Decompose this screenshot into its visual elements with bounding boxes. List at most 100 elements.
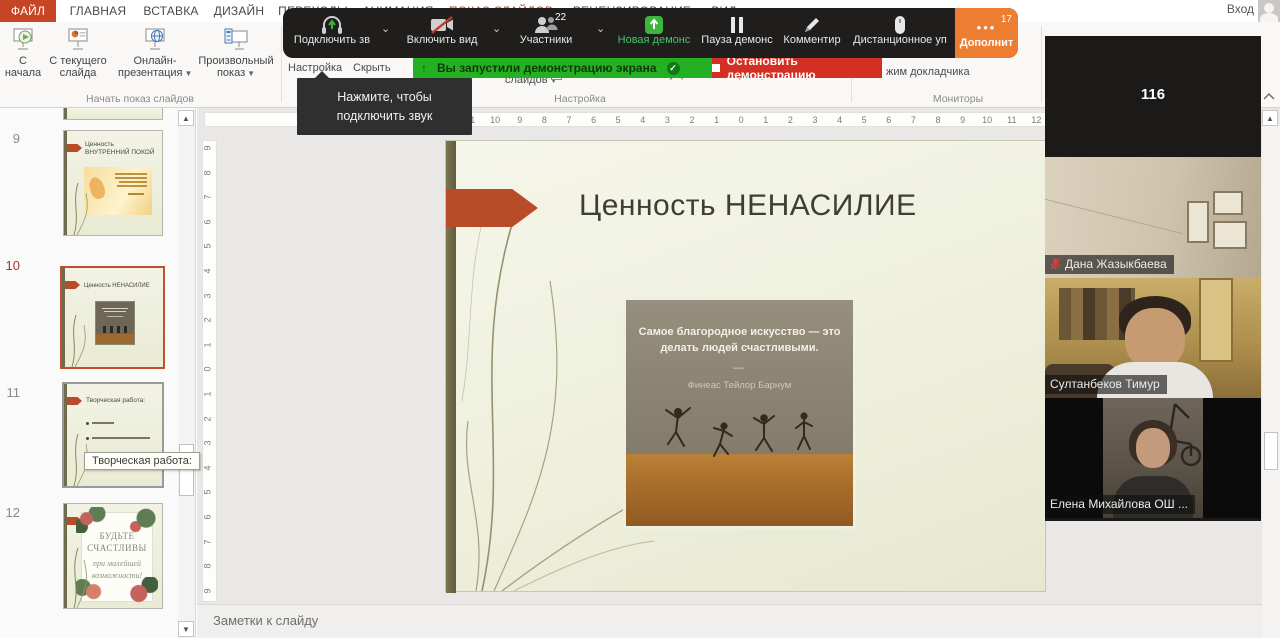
participants-button[interactable]: Участники 22 bbox=[511, 8, 581, 58]
ruler-number: 2 bbox=[203, 416, 213, 421]
ruler-number: 8 bbox=[935, 115, 940, 125]
tab-insert[interactable]: ВСТАВКА bbox=[138, 0, 204, 22]
ruler-number: 7 bbox=[203, 539, 213, 544]
annotate-label: Комментир bbox=[779, 34, 845, 46]
slide-number: 9 bbox=[0, 131, 20, 146]
thumb-floral-corner bbox=[76, 507, 106, 533]
online-presentation-button[interactable]: Онлайн-презентация▼ bbox=[118, 26, 192, 80]
remote-control-icon bbox=[847, 8, 953, 36]
participant-name: Дана Жазыкбаева bbox=[1065, 257, 1167, 271]
jumping-people-silhouettes bbox=[662, 404, 822, 460]
start-video-button[interactable]: Включить вид bbox=[399, 8, 485, 58]
audio-options-chevron[interactable]: ⌄ bbox=[381, 22, 390, 35]
participant-name: Елена Михайлова ОШ ... bbox=[1050, 497, 1188, 511]
group-label-start-slideshow: Начать показ слайдов bbox=[0, 93, 280, 105]
zoom-meeting-toolbar: Подключить зв ⌄ Включить вид ⌄ bbox=[283, 8, 1018, 58]
from-current-label: С текущего слайда bbox=[49, 55, 106, 79]
thumb-accent-arrow bbox=[65, 281, 80, 289]
dropdown-arrow-icon: ▼ bbox=[185, 69, 193, 78]
shield-check-icon: ✓ bbox=[667, 62, 680, 75]
thumb-title: Творческая работа: bbox=[86, 397, 164, 405]
collapse-ribbon-chevron[interactable] bbox=[1263, 92, 1275, 100]
thumb-floral-corner bbox=[126, 577, 158, 607]
online-presentation-label: Онлайн-презентация bbox=[118, 55, 183, 79]
from-beginning-label: С начала bbox=[5, 55, 41, 79]
photo-quote-line2: делать людей счастливыми. bbox=[626, 342, 853, 354]
slide-thumbnail-8-partial[interactable] bbox=[63, 108, 163, 120]
thumb-text-line bbox=[128, 193, 144, 195]
slide-photo[interactable]: Самое благородное искусство — это делать… bbox=[623, 297, 856, 529]
video-tile-3[interactable]: Елена Михайлова ОШ ... bbox=[1045, 398, 1261, 518]
thumb-stripe bbox=[64, 108, 67, 119]
main-scrollbar-track[interactable] bbox=[1262, 126, 1280, 638]
tab-home[interactable]: ГЛАВНАЯ bbox=[60, 0, 136, 22]
video-tile-1[interactable]: Дана Жазыкбаева bbox=[1045, 157, 1261, 278]
participant-name: Султанбеков Тимур bbox=[1050, 377, 1160, 391]
tab-file[interactable]: ФАЙЛ bbox=[0, 0, 56, 22]
participants-options-chevron[interactable]: ⌄ bbox=[596, 22, 605, 35]
ruler-number: 0 bbox=[203, 367, 213, 372]
video-options-chevron[interactable]: ⌄ bbox=[492, 22, 501, 35]
ruler-number: 1 bbox=[714, 115, 719, 125]
thumb-bullet bbox=[86, 422, 89, 425]
thumb-accent-arrow bbox=[67, 397, 82, 405]
presenter-view-checkbox[interactable]: жим докладчика bbox=[886, 66, 970, 78]
hide-slide-button[interactable]: Скрыть bbox=[353, 62, 391, 74]
custom-show-button[interactable]: Произвольный показ▼ bbox=[196, 26, 276, 80]
remote-control-label: Дистанционное уп bbox=[847, 34, 953, 46]
slide-thumbnail-11[interactable]: Творческая работа: bbox=[62, 382, 164, 488]
ruler-number: 4 bbox=[203, 268, 213, 273]
pause-share-button[interactable]: Пауза демонс bbox=[697, 8, 777, 58]
sign-in-button[interactable]: Вход bbox=[1227, 2, 1254, 16]
main-scrollbar-thumb[interactable] bbox=[1264, 432, 1278, 470]
ruler-number: 5 bbox=[616, 115, 621, 125]
from-beginning-button[interactable]: С начала bbox=[2, 26, 44, 79]
ruler-number: 10 bbox=[982, 115, 992, 125]
avatar-head bbox=[1264, 3, 1274, 13]
ruler-number: 1 bbox=[203, 391, 213, 396]
tooltip-line2: подключить звук bbox=[297, 107, 472, 126]
ruler-number: 3 bbox=[203, 293, 213, 298]
thumbnail-scrollbar-track[interactable] bbox=[178, 110, 195, 638]
photo-sand bbox=[626, 454, 853, 526]
ruler-number: 3 bbox=[203, 441, 213, 446]
thumb-text-line bbox=[119, 181, 147, 183]
thumbnail-scrollbar-down-button[interactable]: ▼ bbox=[178, 621, 194, 637]
share-banner-message: Вы запустили демонстрацию экрана bbox=[437, 61, 657, 75]
user-icon[interactable] bbox=[1258, 0, 1280, 22]
join-audio-button[interactable]: Подключить зв bbox=[289, 8, 375, 58]
annotate-button[interactable]: Комментир bbox=[779, 8, 845, 58]
group-separator bbox=[1041, 26, 1042, 102]
ruler-number: 1 bbox=[203, 342, 213, 347]
from-current-slide-button[interactable]: С текущего слайда bbox=[46, 26, 110, 79]
remote-control-button[interactable]: Дистанционное уп bbox=[847, 8, 953, 58]
more-options-label: Дополнит bbox=[955, 37, 1018, 49]
ruler-number: 11 bbox=[1007, 115, 1016, 125]
thumb-grass-decoration bbox=[66, 175, 100, 235]
ruler-number: 7 bbox=[203, 195, 213, 200]
zoom-video-panel: 116 Дана Жазыкбаева bbox=[1045, 36, 1261, 521]
person-face bbox=[1125, 308, 1185, 370]
slide-number: 12 bbox=[0, 505, 20, 520]
new-share-label: Новая демонс bbox=[613, 34, 695, 46]
thumbnail-scrollbar-up-button[interactable]: ▲ bbox=[178, 110, 194, 126]
slide-title[interactable]: Ценность НЕНАСИЛИЕ bbox=[579, 189, 917, 223]
new-share-button[interactable]: Новая демонс bbox=[613, 8, 695, 58]
slide-thumbnail-10-selected[interactable]: Ценность НЕНАСИЛИЕ bbox=[60, 266, 165, 369]
slide-thumbnail-9[interactable]: Ценность ВНУТРЕННИЙ ПОКОЙ bbox=[63, 130, 163, 236]
custom-show-label: Произвольный показ bbox=[198, 55, 273, 79]
main-scrollbar-up-button[interactable]: ▲ bbox=[1262, 110, 1278, 126]
notes-pane[interactable]: Заметки к слайду bbox=[197, 604, 1280, 638]
tab-design[interactable]: ДИЗАЙН bbox=[208, 0, 270, 22]
ruler-number: 6 bbox=[591, 115, 596, 125]
slide-canvas[interactable]: Ценность НЕНАСИЛИЕ Самое благородное иск… bbox=[445, 140, 1046, 592]
more-options-button[interactable]: ••• 17 Дополнит bbox=[955, 8, 1018, 58]
slide-thumbnail-12[interactable]: БУДЬТЕ СЧАСТЛИВЫ при малейшей возможност… bbox=[63, 503, 163, 609]
ruler-number: 9 bbox=[517, 115, 522, 125]
stop-share-button[interactable]: Остановить демонстрацию bbox=[712, 58, 882, 78]
participant-name-label: Дана Жазыкбаева bbox=[1045, 255, 1174, 274]
slide-number: 11 bbox=[0, 385, 20, 400]
video-tile-2[interactable]: Султанбеков Тимур bbox=[1045, 278, 1261, 398]
pencil-icon bbox=[779, 8, 845, 36]
photo-quote-divider: — bbox=[626, 362, 853, 374]
